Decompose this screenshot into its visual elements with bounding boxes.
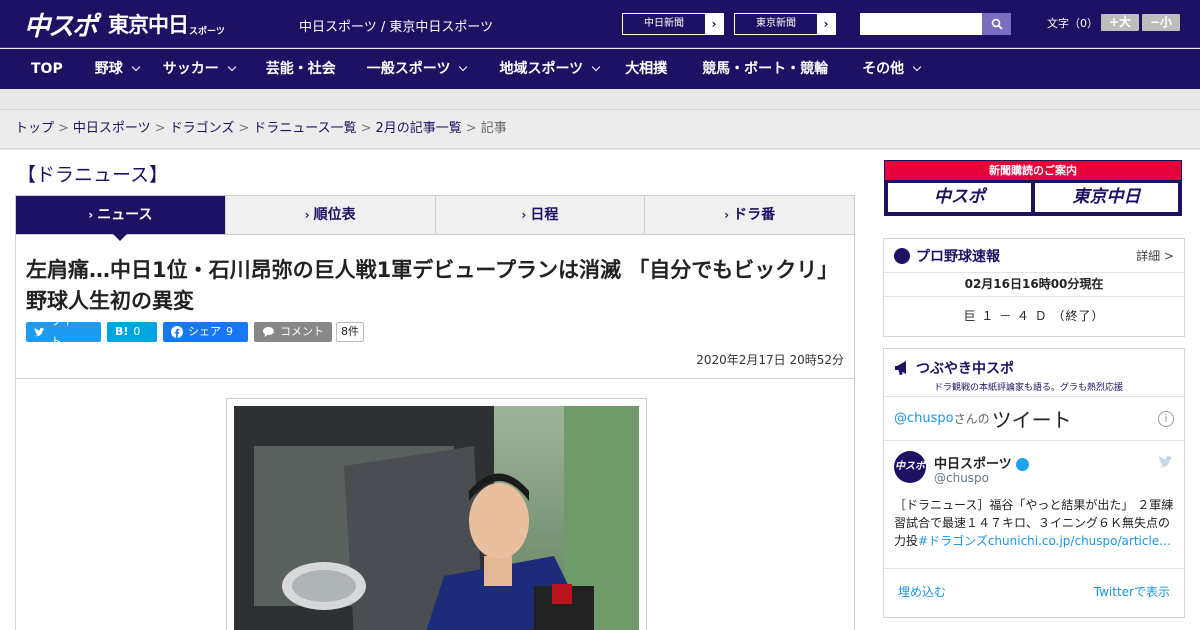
chunichi-shimbun-link[interactable]: 中日新聞 › (622, 13, 724, 35)
twitter-widget: つぶやき中スポ ドラ観戦の本紙評論家も語る。グラも熱烈応援 @chuspo さん… (883, 348, 1185, 618)
details-link[interactable]: 詳細 > (1136, 247, 1174, 264)
breadcrumb-separator: > (360, 121, 372, 136)
section-title: 【ドラニュース】 (17, 164, 169, 186)
logo-sports: スポーツ (189, 26, 225, 37)
site-logo[interactable]: 中スポ 東京中日 スポーツ (24, 9, 225, 42)
font-larger-button[interactable]: +大 (1101, 14, 1139, 31)
comment-button[interactable]: コメント (254, 322, 332, 342)
share-bar: ツイート B! 0 シェア 9 コメント 8件 (26, 315, 364, 348)
chevron-down-icon (912, 62, 922, 72)
breadcrumb-item[interactable]: トップ (15, 121, 54, 136)
widget-subtitle: ドラ観戦の本紙評論家も語る。グラも熱烈応援 (934, 383, 1124, 393)
tweet-text: ［ドラニュース］福谷「やっと結果が出た」 ２軍練習試合で最速１４７キロ、３イニン… (894, 498, 1174, 548)
subscription-title: 新聞購読のご案内 (885, 161, 1181, 180)
info-icon[interactable]: i (1158, 410, 1174, 427)
section-tabs: › ニュース › 順位表 › 日程 › ドラ番 (15, 195, 855, 241)
game-score[interactable]: 巨 １ － ４ Ｄ （終了） (884, 297, 1184, 335)
breadcrumb-item: 記事 (480, 121, 507, 136)
subscribe-chuspo-logo[interactable]: 中スポ (888, 183, 1031, 212)
nav-item-1[interactable]: 野球 (63, 49, 140, 89)
verified-badge-icon (1015, 458, 1029, 471)
tweet-button[interactable]: ツイート (26, 315, 101, 348)
twitter-bird-icon (1158, 455, 1174, 472)
nav-item-5[interactable]: 地域スポーツ (466, 49, 601, 89)
breadcrumb-separator: > (154, 121, 166, 136)
font-smaller-button[interactable]: −小 (1142, 14, 1180, 31)
nav-item-6[interactable]: 大相撲 (599, 49, 667, 89)
facebook-share-button[interactable]: シェア 9 (163, 322, 248, 342)
breadcrumb-item[interactable]: 中日スポーツ (73, 121, 151, 136)
subscribe-tokyo-chunichi-logo[interactable]: 東京中日 (1035, 183, 1178, 212)
breadcrumb-item[interactable]: 2月の記事一覧 (376, 121, 462, 136)
subscription-banner[interactable]: 新聞購読のご案内 中スポ 東京中日 (884, 160, 1182, 216)
main-nav: TOP 野球 サッカー 芸能・社会 一般スポーツ 地域スポーツ 大相撲 競馬・ボート・競輪 その… (0, 49, 1200, 89)
breadcrumb-separator: > (465, 121, 477, 136)
embed-title: ツイート (991, 408, 1072, 432)
widget-title: プロ野球速報 (916, 248, 1000, 265)
divider (16, 378, 854, 379)
embed-link[interactable]: 埋め込む (898, 583, 946, 600)
tweet-link[interactable]: #ドラゴンズchunichi.co.jp/chuspo/article… (918, 534, 1171, 548)
baseball-icon (894, 247, 910, 264)
hatena-bookmark-button[interactable]: B! 0 (107, 322, 157, 342)
score-timestamp: 02月16日16時00分現在 (884, 273, 1184, 297)
nav-item-2[interactable]: サッカー (139, 49, 236, 89)
sub-bar (0, 89, 1200, 110)
logo-tokyo-chunichi: 東京中日 (108, 13, 189, 37)
comment-count[interactable]: 8件 (336, 322, 364, 342)
tweet-handle[interactable]: @chuspo (934, 471, 989, 485)
speech-bubble-icon (263, 327, 274, 337)
nav-item-8[interactable]: その他 (828, 49, 922, 89)
baseball-scores-widget: プロ野球速報 詳細 > 02月16日16時00分現在 巨 １ － ４ Ｄ （終了… (883, 238, 1185, 337)
twitter-bird-icon (34, 327, 45, 337)
breadcrumb-separator: > (238, 121, 250, 136)
view-on-twitter-link[interactable]: Twitterで表示 (1094, 583, 1170, 600)
nav-item-4[interactable]: 一般スポーツ (336, 49, 468, 89)
embed-handle[interactable]: @chuspo (894, 411, 954, 426)
facebook-icon (171, 326, 183, 338)
article: 左肩痛…中日1位・石川昂弥の巨人戦1軍デビュープランは消滅 「自分でもビックリ」… (15, 235, 855, 630)
article-photo-frame (226, 398, 647, 630)
site-links[interactable]: 中日スポーツ / 東京中日スポーツ (299, 16, 493, 35)
logo-chuspo: 中スポ (24, 11, 98, 42)
tab-standings[interactable]: › 順位表 (224, 196, 435, 234)
site-header: 中スポ 東京中日 スポーツ 中日スポーツ / 東京中日スポーツ 中日新聞 › 東京… (0, 0, 1200, 48)
breadcrumb-item[interactable]: ドラゴンズ (170, 121, 235, 136)
breadcrumb-separator: > (58, 121, 69, 136)
breadcrumb: トップ > 中日スポーツ > ドラゴンズ > ドラニュース一覧 >2月の記事一覧 > 記事 (0, 111, 1200, 149)
widget-title: つぶやき中スポ (916, 361, 1014, 377)
font-size-label: 文字（0） (1047, 17, 1098, 30)
breadcrumb-item[interactable]: ドラニュース一覧 (253, 121, 356, 136)
nav-item-3[interactable]: 芸能・社会 (235, 49, 336, 89)
player-photo-image (234, 406, 639, 630)
nav-item-0[interactable]: TOP (0, 49, 63, 89)
tab-news[interactable]: › ニュース (16, 196, 225, 241)
tokyo-shimbun-link[interactable]: 東京新聞 › (734, 13, 836, 35)
article-date: 2020年2月17日 20時52分 (696, 353, 844, 367)
search-icon (991, 18, 1003, 30)
tab-schedule[interactable]: › 日程 (434, 196, 645, 234)
chevron-right-icon: › (817, 14, 835, 34)
search-button[interactable] (982, 13, 1011, 35)
avatar[interactable]: 中スポ (894, 451, 926, 483)
search-input[interactable] (860, 13, 982, 35)
tweet-card[interactable]: 中スポ 中日スポーツ @chuspo ［ドラニュース］福谷「やっと結果が出た」 … (884, 441, 1184, 569)
tweet-author[interactable]: 中日スポーツ (934, 457, 1012, 472)
megaphone-icon (895, 361, 906, 376)
main-content: 【ドラニュース】 › ニュース › 順位表 › 日程 › ドラ番 左肩痛…中日1位・石川… (0, 150, 1200, 630)
article-headline: 左肩痛…中日1位・石川昂弥の巨人戦1軍デビュープランは消滅 「自分でもビックリ」… (26, 258, 839, 313)
article-photo[interactable] (234, 406, 639, 630)
chevron-right-icon: › (705, 14, 723, 34)
nav-item-7[interactable]: 競馬・ボート・競輪 (667, 49, 828, 89)
tab-dora-ban[interactable]: › ドラ番 (644, 196, 854, 234)
